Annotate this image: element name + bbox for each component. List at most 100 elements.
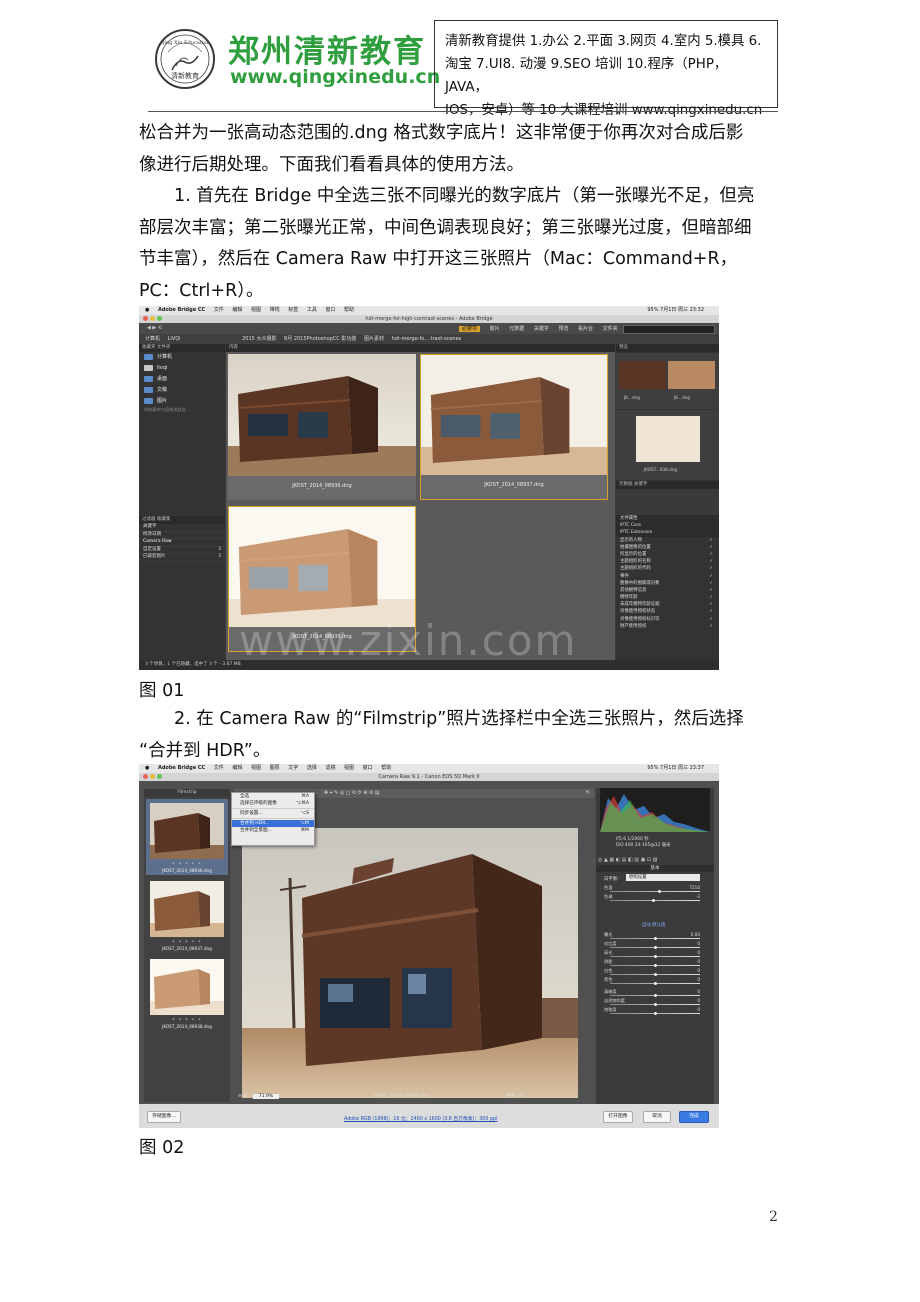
auto-default-links[interactable]: 自动 默认值 bbox=[642, 922, 665, 928]
menu-item[interactable]: 编辑 bbox=[232, 765, 242, 771]
edit-icon: ✓ bbox=[709, 537, 713, 543]
metadata-tabs[interactable]: 元数据 关键字 bbox=[616, 481, 719, 489]
rating-stars[interactable]: • • • • • bbox=[146, 1017, 228, 1023]
breadcrumb-item[interactable]: 8月 2015PhotoshopCC 影功能 bbox=[284, 336, 356, 342]
menu-item[interactable]: Adobe Bridge CC bbox=[158, 765, 205, 771]
metadata-section[interactable]: 文件属性 bbox=[616, 515, 719, 523]
cancel-button[interactable]: 取消 bbox=[643, 1111, 671, 1123]
breadcrumb-item[interactable]: 2015 大众摄影 bbox=[242, 336, 276, 342]
tool-icons[interactable]: ✥ ⌖ ✎ ◎ ◻ ⟲ ⟳ ⊕ ⊘ ▤ bbox=[324, 790, 380, 796]
zoom-level[interactable]: 71.9% bbox=[252, 1094, 280, 1099]
close-icon[interactable] bbox=[143, 316, 148, 321]
favorite-item[interactable]: 文稿 bbox=[139, 385, 225, 396]
save-image-button[interactable]: 存储图像... bbox=[147, 1111, 181, 1123]
filter-item[interactable]: 修改日期 bbox=[139, 532, 225, 539]
menu-item[interactable]: 滤镜 bbox=[325, 765, 335, 771]
filter-item[interactable]: Camera Raw bbox=[139, 539, 225, 547]
favorites-panel-tabs[interactable]: 收藏夹 文件夹 bbox=[139, 344, 225, 352]
menu-item-select-all[interactable]: 全选 ⌘A bbox=[232, 793, 314, 800]
done-button[interactable]: 完成 bbox=[679, 1111, 709, 1123]
metadata-section[interactable]: IPTC Core bbox=[616, 522, 719, 530]
menu-item[interactable]: 窗口 bbox=[363, 765, 373, 771]
rating-stars[interactable]: • • • • • bbox=[146, 939, 228, 945]
panel-icons-row[interactable]: ◎ ▲ ▦ ◐ ▤ ◧ ▥ ▣ ⊡ ▨ bbox=[598, 856, 712, 864]
white-balance-select[interactable]: 原照设置 bbox=[626, 874, 700, 881]
tab-preview[interactable]: 预览 bbox=[558, 326, 568, 332]
filmstrip-item[interactable]: • • • • • JKOST_2014_08936.dng bbox=[146, 799, 228, 875]
slider-track[interactable] bbox=[610, 900, 700, 901]
edit-icon: ✓ bbox=[709, 616, 713, 622]
breadcrumb-item[interactable]: 计算机 bbox=[145, 336, 160, 342]
menu-item[interactable]: 文件 bbox=[214, 765, 224, 771]
menu-item[interactable]: 视图 bbox=[251, 307, 261, 313]
minimize-icon[interactable] bbox=[150, 774, 155, 779]
close-icon[interactable] bbox=[143, 774, 148, 779]
favorite-item[interactable]: livqi bbox=[139, 363, 225, 374]
slider-knob[interactable] bbox=[653, 981, 657, 985]
rating-stars[interactable]: • • • • • bbox=[146, 861, 228, 867]
filter-item[interactable]: 自定设置 3 bbox=[139, 547, 225, 554]
thumbnail-card[interactable]: JKOST_2014_08937.dng bbox=[420, 354, 608, 500]
zoom-icon[interactable] bbox=[157, 316, 162, 321]
tab-folders[interactable]: 文件夹 bbox=[603, 326, 618, 332]
menu-item[interactable]: 标签 bbox=[288, 307, 298, 313]
slider-track[interactable] bbox=[610, 891, 700, 892]
metadata-section[interactable]: IPTC Extension bbox=[616, 529, 719, 537]
menu-item[interactable]: 帮助 bbox=[381, 765, 391, 771]
filmstrip-title[interactable]: Filmstrip bbox=[144, 789, 230, 797]
slider-row[interactable]: 饱和度 0 bbox=[600, 1006, 706, 1016]
menu-item[interactable]: 编辑 bbox=[232, 307, 242, 313]
menu-item-select-rated[interactable]: 选择已评级的图像 ⌥⌘A bbox=[232, 800, 314, 807]
breadcrumb-item[interactable]: hdr-merge-fo....trast-scenes bbox=[392, 336, 462, 342]
filter-panel-tabs[interactable]: 过滤器 收藏集 bbox=[139, 516, 225, 524]
menu-item[interactable]: 堆栈 bbox=[270, 307, 280, 313]
open-image-button[interactable]: 打开图像 bbox=[603, 1111, 633, 1123]
metadata-row: 财产使用授权 ✓ bbox=[620, 623, 713, 629]
menu-item[interactable]: 视图 bbox=[251, 765, 261, 771]
thumbnail-card[interactable]: JKOST_2014_08936.dng bbox=[228, 354, 416, 500]
menu-item[interactable]: 选择 bbox=[307, 765, 317, 771]
menu-item[interactable]: 文件 bbox=[214, 307, 224, 313]
filmstrip-item[interactable]: • • • • • JKOST_2014_08938.dng bbox=[146, 955, 228, 1031]
filter-item[interactable]: 关键字 bbox=[139, 524, 225, 532]
tab-light-table[interactable]: 看片台 bbox=[578, 326, 593, 332]
menu-item[interactable]: Adobe Bridge CC bbox=[158, 307, 205, 313]
workflow-options-link[interactable]: Adobe RGB (1998)；16 位；2400 x 1600 (3.8 百… bbox=[344, 1115, 497, 1122]
menu-item-merge-panorama[interactable]: 合并到全景图... ⌘M bbox=[232, 827, 314, 834]
tab-essentials[interactable]: 必要项 bbox=[459, 326, 481, 332]
favorite-item[interactable]: 图片 bbox=[139, 396, 225, 407]
menu-item-sync-settings[interactable]: 同步设置... ⌥S bbox=[232, 810, 314, 817]
content-tab[interactable]: 内容 bbox=[226, 344, 615, 352]
menu-item[interactable]: 视图 bbox=[344, 765, 354, 771]
thumbnail-caption: JKOST_2014_08936.dng bbox=[228, 476, 416, 500]
panel-title: 基本 bbox=[596, 865, 714, 872]
menu-item[interactable]: 文字 bbox=[288, 765, 298, 771]
slider-row[interactable]: 色调 -3 bbox=[600, 893, 706, 903]
tab-keywords[interactable]: 关键字 bbox=[534, 326, 549, 332]
zoom-icon[interactable] bbox=[157, 774, 162, 779]
menu-item-merge-hdr[interactable]: 合并到 HDR... ⌥M bbox=[232, 820, 314, 827]
filter-item[interactable]: 已裁剪图片 3 bbox=[139, 554, 225, 562]
adjustment-panel: f/5.6 1/2000 秒 ISO 400 24-105@32 毫米 ◎ ▲ … bbox=[596, 788, 714, 1104]
menu-item[interactable]: 图层 bbox=[270, 765, 280, 771]
fullscreen-icon[interactable]: ⇱ bbox=[586, 789, 590, 798]
favorite-item[interactable]: 桌面 bbox=[139, 374, 225, 385]
tab-metadata[interactable]: 元数据 bbox=[509, 326, 524, 332]
tab-filmstrip[interactable]: 胶片 bbox=[490, 326, 500, 332]
slider-knob[interactable] bbox=[653, 1011, 657, 1015]
slider-knob[interactable] bbox=[651, 898, 655, 902]
search-input[interactable] bbox=[623, 325, 715, 334]
breadcrumb-item[interactable]: 图片素材 bbox=[364, 336, 384, 342]
menu-item[interactable]: 工具 bbox=[307, 307, 317, 313]
favorite-item[interactable]: 计算机 bbox=[139, 352, 225, 363]
slider-row[interactable]: 黑色 0 bbox=[600, 976, 706, 986]
zoom-out-icon[interactable]: ⊖ ⊕ bbox=[238, 1094, 247, 1099]
filmstrip-item[interactable]: • • • • • JKOST_2014_08937.dng bbox=[146, 877, 228, 953]
menu-item[interactable]: 帮助 bbox=[344, 307, 354, 313]
breadcrumb-item[interactable]: LiVQi bbox=[168, 336, 181, 342]
nav-arrows-icon[interactable]: ◀ ▶ ⟲ bbox=[147, 325, 162, 331]
preview-tab[interactable]: 预览 bbox=[616, 344, 719, 352]
text-line: 节丰富），然后在 Camera Raw 中打开这三张照片（Mac：Command… bbox=[139, 249, 738, 269]
minimize-icon[interactable] bbox=[150, 316, 155, 321]
menu-item[interactable]: 窗口 bbox=[325, 307, 335, 313]
